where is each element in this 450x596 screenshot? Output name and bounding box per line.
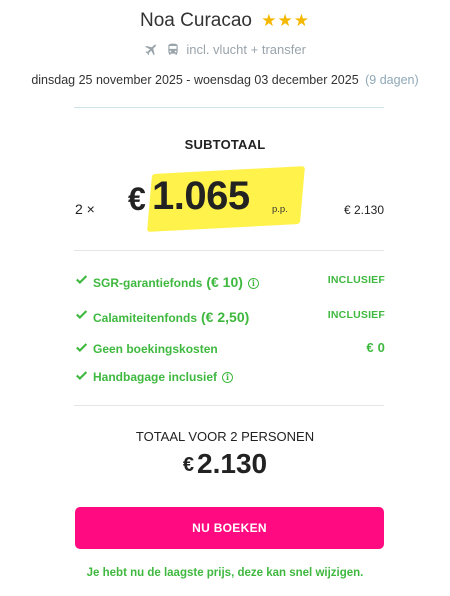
lowest-price-notice: Je hebt nu de laagste prijs, deze kan sn… <box>86 567 364 579</box>
info-icon[interactable]: i <box>222 372 234 383</box>
quantity: 2 × <box>75 201 95 217</box>
feature-name: SGR-garantiefonds <box>93 276 203 290</box>
hotel-title: Noa Curacao ★★★ <box>0 10 450 32</box>
feature-handbagage: Handbagage inclusief i <box>75 367 385 389</box>
feature-status: INCLUSIEF <box>327 274 385 286</box>
divider <box>74 250 384 251</box>
price-amount: 1.065 <box>152 174 250 218</box>
feature-name: Handbagage inclusief <box>93 370 218 384</box>
package-inclusion: incl. vlucht + transfer <box>0 42 450 57</box>
feature-status: € 0 <box>366 340 385 355</box>
check-icon <box>76 310 88 320</box>
info-icon[interactable]: i <box>247 278 259 289</box>
divider <box>74 405 384 406</box>
total-label: TOTAAL VOOR 2 PERSONEN <box>135 429 315 444</box>
line-total: € 2.130 <box>343 203 384 217</box>
hotel-name: Noa Curacao <box>140 10 252 31</box>
subtotal-label: SUBTOTAAL <box>184 137 266 152</box>
feature-amount: (€ 2,50) <box>201 309 250 325</box>
star-rating: ★★★ <box>261 11 310 30</box>
bus-icon <box>168 43 178 55</box>
date-range: dinsdag 25 november 2025 - woensdag 03 d… <box>31 73 359 87</box>
total-amount: 2.130 <box>197 448 268 479</box>
feature-calamiteiten: Calamiteitenfonds (€ 2,50) INCLUSIEF <box>75 306 385 328</box>
total-price: €2.130 <box>0 448 450 480</box>
feature-status: INCLUSIEF <box>327 309 385 321</box>
per-person-label: p.p. <box>272 204 288 215</box>
total-currency: € <box>182 454 195 476</box>
check-icon <box>76 343 88 353</box>
feature-name: Geen boekingskosten <box>93 342 218 356</box>
feature-boekingskosten: Geen boekingskosten € 0 <box>75 339 385 361</box>
duration: (9 dagen) <box>365 73 419 87</box>
divider <box>74 107 384 108</box>
plane-icon <box>145 44 157 56</box>
check-icon <box>76 371 88 381</box>
book-now-button[interactable]: NU BOEKEN <box>75 507 384 549</box>
travel-dates: dinsdag 25 november 2025 - woensdag 03 d… <box>0 73 450 87</box>
feature-amount: (€ 10) <box>206 274 243 290</box>
inclusion-text: incl. vlucht + transfer <box>186 42 306 57</box>
check-icon <box>76 275 88 285</box>
feature-name: Calamiteitenfonds <box>93 311 198 325</box>
feature-sgr: SGR-garantiefonds (€ 10) i INCLUSIEF <box>75 271 385 293</box>
price-currency: € <box>128 181 146 217</box>
